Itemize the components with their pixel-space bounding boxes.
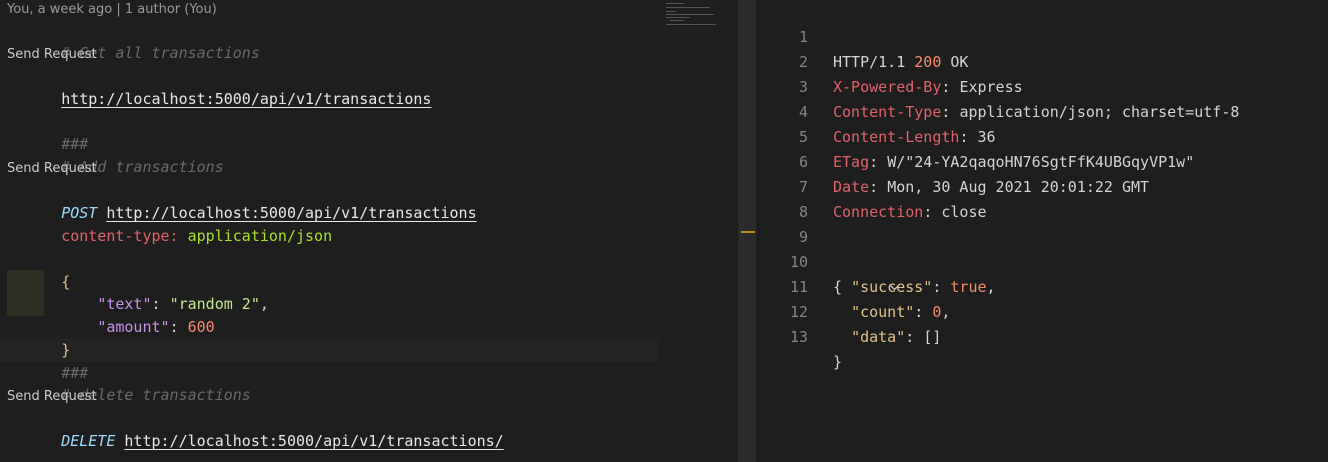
response-line: 9 { bbox=[756, 200, 1328, 296]
body-text-line: "text": "random 2", bbox=[97, 295, 269, 313]
git-blame-lens[interactable]: You, a week ago | 1 author (You) bbox=[7, 2, 217, 17]
response-line: 7 Connection: close bbox=[798, 178, 987, 221]
url-get[interactable]: http://localhost:5000/api/v1/transaction… bbox=[61, 90, 431, 108]
response-line: 10 "success": true, bbox=[789, 253, 996, 296]
response-line: 2 X-Powered-By: Express bbox=[798, 53, 1023, 96]
response-line: 6 Date: Mon, 30 Aug 2021 20:01:22 GMT bbox=[798, 153, 1150, 196]
response-line: 11 "count": 0, bbox=[789, 278, 951, 321]
response-line: 5 ETag: W/"24-YA2qaqoHN76SgtFfK4UBGqyVP1… bbox=[798, 128, 1195, 171]
request-line-get: http://localhost:5000/api/v1/transaction… bbox=[7, 65, 431, 108]
scrollbar-cursor-marker bbox=[741, 231, 755, 233]
url-delete[interactable]: http://localhost:5000/api/v1/transaction… bbox=[124, 432, 503, 450]
minimap[interactable] bbox=[660, 0, 738, 30]
response-line: 12 "data": [] bbox=[789, 303, 942, 346]
body-close-brace: } bbox=[61, 341, 71, 359]
comment-get: # Get all transactions bbox=[61, 44, 260, 62]
request-editor[interactable]: You, a week ago | 1 author (You) # Get a… bbox=[0, 0, 738, 462]
comment-add: # Add transactions bbox=[61, 158, 224, 176]
json-value-amount: 600 bbox=[187, 318, 215, 336]
header-key: content-type: bbox=[61, 227, 179, 245]
json-key-amount: "amount" bbox=[97, 318, 170, 336]
body-amount-line: "amount": 600 bbox=[97, 318, 215, 336]
body-open-brace: { bbox=[61, 273, 71, 291]
header-line-content-type: content-type: application/json bbox=[7, 202, 332, 245]
send-request-link-get[interactable]: Send Request bbox=[7, 47, 97, 62]
response-line: 4 Content-Length: 36 bbox=[798, 103, 996, 146]
send-request-link-delete[interactable]: Send Request bbox=[7, 389, 97, 404]
response-line: 8 bbox=[798, 203, 808, 221]
response-viewer[interactable]: 1 HTTP/1.1 200 OK 2 X-Powered-By: Expres… bbox=[756, 0, 1328, 462]
separator-1: ### bbox=[61, 135, 89, 153]
response-line: 3 Content-Type: application/json; charse… bbox=[798, 78, 1240, 121]
separator-2: ### bbox=[61, 364, 89, 382]
response-line: 13 } bbox=[789, 328, 843, 371]
vscode-window: You, a week ago | 1 author (You) # Get a… bbox=[0, 0, 1328, 462]
current-line-highlight bbox=[0, 339, 658, 362]
response-line: 1 HTTP/1.1 200 OK bbox=[798, 28, 969, 71]
request-line-delete: DELETE http://localhost:5000/api/v1/tran… bbox=[7, 407, 504, 450]
method-delete: DELETE bbox=[61, 432, 116, 450]
request-line-add: POST http://localhost:5000/api/v1/transa… bbox=[7, 179, 476, 222]
send-request-link-add[interactable]: Send Request bbox=[7, 161, 97, 176]
header-value: application/json bbox=[187, 227, 333, 245]
comment-delete: # delete transactions bbox=[61, 386, 251, 404]
